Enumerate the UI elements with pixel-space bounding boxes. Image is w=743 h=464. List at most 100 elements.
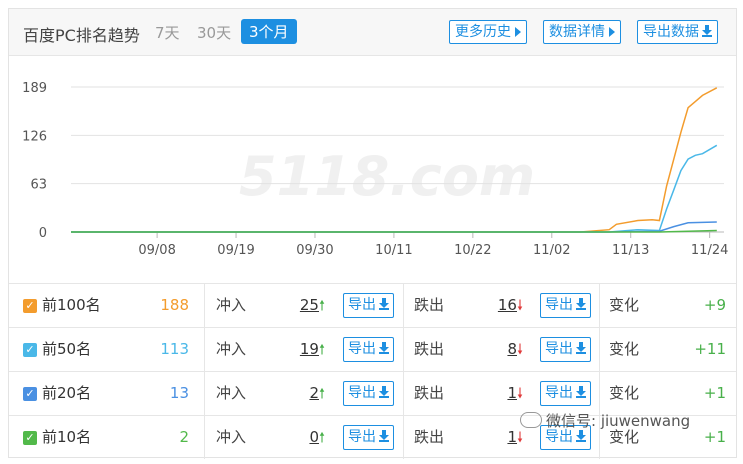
caret-right-icon	[515, 27, 521, 37]
range-3-months[interactable]: 3个月	[241, 19, 297, 44]
x-tick-label: 09/19	[217, 243, 254, 258]
export-label: 导出	[545, 429, 573, 445]
export-data-button[interactable]: 导出数据	[637, 20, 718, 44]
tier-count: 113	[160, 340, 189, 358]
drop-out-count: 8	[507, 340, 517, 358]
wechat-icon	[520, 412, 542, 428]
drop-out-count-link[interactable]: 1🠗	[471, 372, 523, 415]
export-label: 导出	[348, 297, 376, 313]
change-label: 变化	[609, 340, 640, 358]
table-row: ✓ 前20名 13 冲入 2🠕 导出 跌出 1🠗 导出 变化 +1	[9, 371, 736, 415]
x-tick-label: 09/08	[138, 243, 175, 258]
drop-out-label: 跌出	[414, 428, 445, 446]
export-rush-button[interactable]: 导出	[343, 293, 394, 318]
rush-in-label: 冲入	[216, 384, 247, 402]
drop-out-label: 跌出	[414, 340, 445, 358]
download-icon	[702, 25, 712, 37]
export-drop-button[interactable]: 导出	[540, 381, 591, 406]
export-rush-button[interactable]: 导出	[343, 337, 394, 362]
divider	[403, 416, 404, 459]
download-icon	[379, 430, 389, 442]
export-label: 导出	[545, 385, 573, 401]
watermark-text: 微信号: jiuwenwang	[546, 412, 691, 430]
rush-in-count: 2	[309, 384, 319, 402]
arrow-up-icon: 🠕	[318, 386, 325, 402]
download-icon	[379, 342, 389, 354]
series-checkbox[interactable]: ✓	[23, 431, 37, 445]
drop-out-count: 1	[507, 384, 517, 402]
series-checkbox[interactable]: ✓	[23, 299, 37, 313]
series-checkbox[interactable]: ✓	[23, 343, 37, 357]
rush-in-label: 冲入	[216, 296, 247, 314]
y-tick-label: 0	[39, 226, 47, 241]
export-data-label: 导出数据	[643, 24, 699, 40]
divider	[204, 284, 205, 327]
rush-in-count-link[interactable]: 2🠕	[279, 372, 325, 415]
arrow-up-icon: 🠕	[318, 298, 325, 314]
export-label: 导出	[348, 341, 376, 357]
series-checkbox[interactable]: ✓	[23, 387, 37, 401]
change-value: +1	[703, 384, 726, 402]
drop-out-count-link[interactable]: 16🠗	[471, 284, 523, 327]
wechat-watermark: 微信号: jiuwenwang	[520, 410, 690, 431]
data-details-label: 数据详情	[549, 24, 605, 40]
divider	[599, 284, 600, 327]
range-30-days[interactable]: 30天	[197, 22, 231, 43]
change-value: +9	[703, 296, 726, 314]
caret-right-icon	[609, 27, 615, 37]
divider	[599, 328, 600, 371]
divider	[204, 416, 205, 459]
change-value: +11	[694, 340, 726, 358]
chart-watermark: 5118.com	[239, 145, 535, 208]
download-icon	[576, 430, 586, 442]
arrow-down-icon: 🠗	[516, 386, 523, 402]
rush-in-count: 0	[309, 428, 319, 446]
drop-out-label: 跌出	[414, 384, 445, 402]
rush-in-count: 19	[299, 340, 319, 358]
export-label: 导出	[545, 297, 573, 313]
trend-chart: 5118.com 189 126 63 0 09/08 09/19 09/30 10/11 10/…	[9, 57, 736, 283]
rush-in-count: 25	[299, 296, 319, 314]
tier-label: 前10名	[42, 428, 92, 446]
divider	[403, 284, 404, 327]
rush-in-count-link[interactable]: 0🠕	[279, 416, 325, 459]
export-rush-button[interactable]: 导出	[343, 425, 394, 450]
drop-out-count: 16	[497, 296, 517, 314]
tier-label: 前100名	[42, 296, 101, 314]
divider	[204, 328, 205, 371]
x-tick-label: 11/02	[533, 243, 570, 258]
download-icon	[379, 386, 389, 398]
download-icon	[576, 342, 586, 354]
export-rush-button[interactable]: 导出	[343, 381, 394, 406]
ranking-table: ✓ 前100名 188 冲入 25🠕 导出 跌出 16🠗 导出 变化 +9 ✓ 前50名 113 冲入 19🠕…	[9, 283, 736, 459]
drop-out-count-link[interactable]: 8🠗	[471, 328, 523, 371]
export-label: 导出	[348, 429, 376, 445]
divider	[599, 372, 600, 415]
divider	[204, 372, 205, 415]
export-label: 导出	[545, 341, 573, 357]
arrow-up-icon: 🠕	[318, 342, 325, 358]
export-drop-button[interactable]: 导出	[540, 337, 591, 362]
export-drop-button[interactable]: 导出	[540, 293, 591, 318]
arrow-up-icon: 🠕	[318, 430, 325, 446]
change-label: 变化	[609, 296, 640, 314]
download-icon	[576, 386, 586, 398]
arrow-down-icon: 🠗	[516, 342, 523, 358]
rush-in-label: 冲入	[216, 340, 247, 358]
tier-count: 188	[160, 296, 189, 314]
more-history-button[interactable]: 更多历史	[449, 20, 527, 44]
range-7-days[interactable]: 7天	[155, 22, 180, 43]
x-tick-label: 10/22	[454, 243, 491, 258]
table-row: ✓ 前50名 113 冲入 19🠕 导出 跌出 8🠗 导出 变化 +11	[9, 327, 736, 371]
x-tick-label: 11/24	[691, 243, 728, 258]
tier-label: 前50名	[42, 340, 92, 358]
rush-in-count-link[interactable]: 19🠕	[279, 328, 325, 371]
drop-out-count: 1	[507, 428, 517, 446]
divider	[403, 372, 404, 415]
tier-count: 2	[179, 428, 189, 446]
tier-label: 前20名	[42, 384, 92, 402]
rush-in-count-link[interactable]: 25🠕	[279, 284, 325, 327]
data-details-button[interactable]: 数据详情	[543, 20, 621, 44]
drop-out-count-link[interactable]: 1🠗	[471, 416, 523, 459]
panel-header: 百度PC排名趋势 7天 30天 3个月 更多历史 数据详情 导出数据	[9, 9, 736, 56]
